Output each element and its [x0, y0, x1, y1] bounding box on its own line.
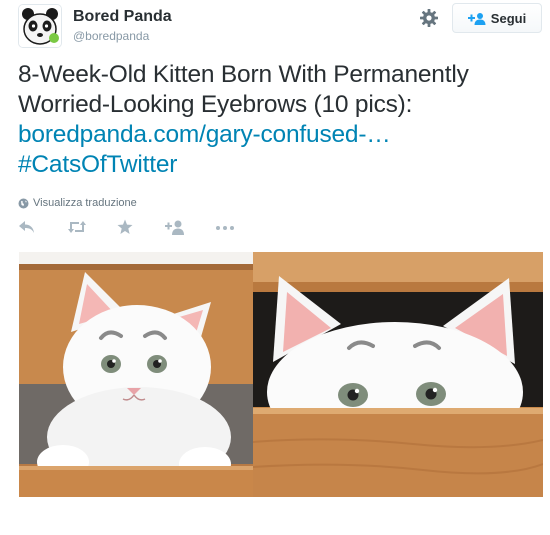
follow-icon[interactable]: [165, 219, 187, 239]
tweet-text-line-2: Worried-Looking Eyebrows (10 pics):: [18, 91, 413, 118]
favorite-icon[interactable]: [117, 219, 139, 239]
retweet-icon[interactable]: [67, 219, 89, 239]
follow-button[interactable]: Segui: [452, 3, 542, 33]
tweet-text-line-1: 8-Week-Old Kitten Born With Permanently: [18, 61, 469, 88]
author-name[interactable]: Bored Panda: [73, 8, 172, 26]
tweet-photo-1[interactable]: [19, 252, 262, 497]
gear-icon[interactable]: [418, 7, 440, 29]
kitten-peeking-image: [253, 252, 543, 497]
tweet-card: Bored Panda @boredpanda Segui 8-Week-Old…: [0, 0, 550, 535]
translate-label: Visualizza traduzione: [33, 197, 137, 209]
tweet-text: 8-Week-Old Kitten Born With Permanently …: [18, 60, 543, 180]
globe-icon: [18, 198, 29, 208]
tweet-link[interactable]: boredpanda.com/gary-confused-…: [18, 120, 543, 150]
more-icon[interactable]: [215, 219, 237, 239]
hashtag-link[interactable]: #CatsOfTwitter: [18, 150, 543, 180]
panda-logo-icon: [19, 5, 61, 47]
follow-button-label: Segui: [490, 10, 527, 26]
translate-link[interactable]: Visualizza traduzione: [18, 197, 137, 209]
reply-icon[interactable]: [18, 219, 40, 239]
add-user-icon: [467, 12, 486, 25]
author-handle[interactable]: @boredpanda: [73, 29, 149, 43]
kitten-in-drawer-image: [19, 252, 262, 497]
author-avatar[interactable]: [18, 4, 62, 48]
tweet-photo-2[interactable]: [253, 252, 543, 497]
